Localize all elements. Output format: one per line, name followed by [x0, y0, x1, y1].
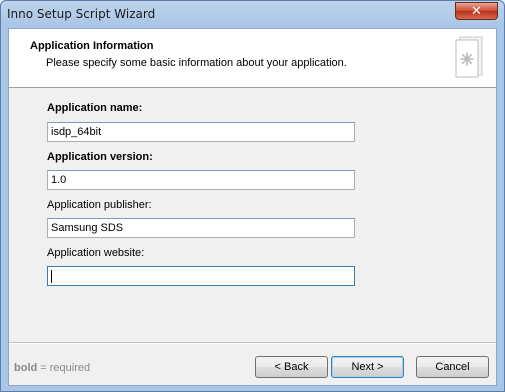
- app-name-label: Application name:: [47, 102, 143, 114]
- page-subtitle: Please specify some basic information ab…: [46, 57, 347, 69]
- wizard-window: Inno Setup Script Wizard ✕ Application I…: [0, 0, 505, 392]
- wizard-client-area: Application Information Please specify s…: [8, 28, 497, 386]
- wizard-header: Application Information Please specify s…: [9, 29, 496, 88]
- wizard-page-icon: [455, 36, 483, 78]
- text-caret: [51, 270, 52, 283]
- cancel-button[interactable]: Cancel: [416, 356, 489, 378]
- back-button[interactable]: < Back: [255, 356, 328, 378]
- footer-separator: [9, 342, 496, 344]
- close-button[interactable]: ✕: [455, 2, 498, 20]
- next-button[interactable]: Next >: [331, 356, 404, 378]
- window-title: Inno Setup Script Wizard: [7, 7, 156, 21]
- required-legend: bold = required: [14, 362, 90, 374]
- close-icon: ✕: [471, 3, 482, 18]
- app-name-field[interactable]: isdp_64bit: [47, 122, 355, 142]
- app-website-label: Application website:: [47, 247, 145, 259]
- legend-bold-text: bold: [14, 362, 38, 374]
- app-version-label: Application version:: [47, 151, 153, 163]
- title-bar[interactable]: Inno Setup Script Wizard ✕: [1, 1, 504, 27]
- page-title: Application Information: [30, 40, 154, 52]
- app-publisher-field[interactable]: Samsung SDS: [47, 218, 355, 238]
- app-version-field[interactable]: 1.0: [47, 170, 355, 190]
- app-website-field[interactable]: [47, 266, 355, 286]
- app-publisher-label: Application publisher:: [47, 199, 152, 211]
- legend-rest-text: = required: [37, 362, 91, 374]
